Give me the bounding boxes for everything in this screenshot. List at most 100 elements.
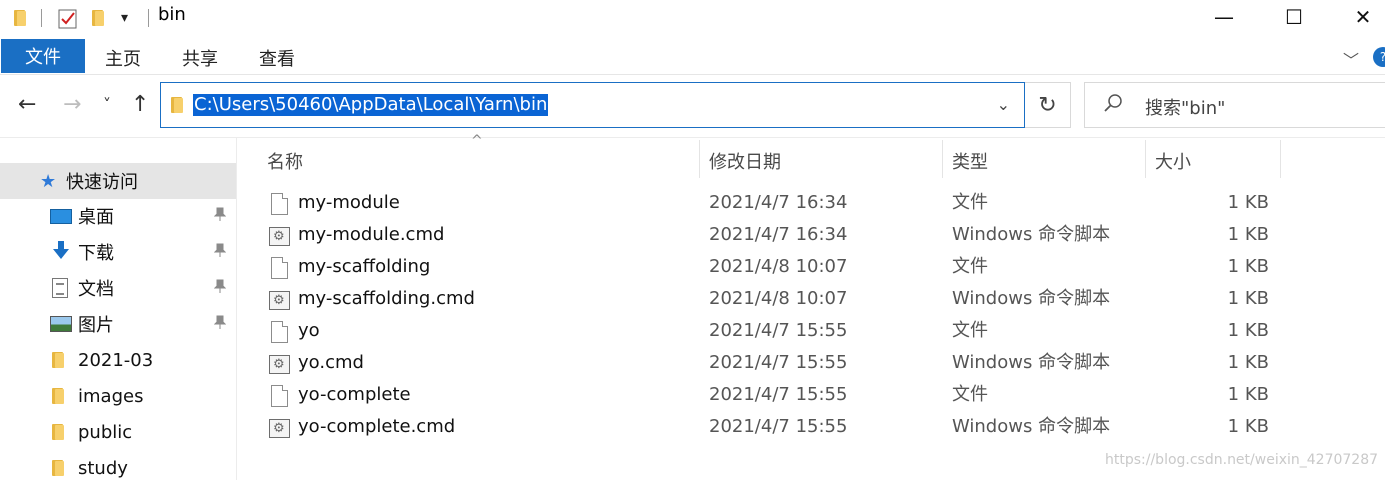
properties-icon[interactable] <box>58 6 78 30</box>
file-type: 文件 <box>952 256 988 277</box>
file-row[interactable]: my-module.cmd 2021/4/7 16:34 Windows 命令脚… <box>260 220 1280 252</box>
file-row[interactable]: yo-complete.cmd 2021/4/7 15:55 Windows 命… <box>260 412 1280 444</box>
pin-icon[interactable] <box>213 207 227 225</box>
address-history-chevron-down-icon[interactable]: ⌄ <box>997 95 1010 114</box>
search-placeholder: 搜索"bin" <box>1145 98 1226 119</box>
file-date: 2021/4/7 16:34 <box>709 192 848 213</box>
help-icon[interactable]: ? <box>1373 47 1385 67</box>
up-arrow-icon[interactable]: ↑ <box>131 92 149 117</box>
sidebar-item-study[interactable]: study <box>0 450 236 480</box>
column-header-size[interactable]: 大小 <box>1155 148 1191 174</box>
close-icon[interactable]: ✕ <box>1340 0 1385 34</box>
tab-share[interactable]: 共享 <box>182 45 218 71</box>
title-bar: ▾ bin — ☐ ✕ <box>0 0 1385 36</box>
sidebar-item-quick-access[interactable]: ★ 快速访问 <box>0 163 236 199</box>
sidebar-item-label: images <box>78 385 144 407</box>
file-row[interactable]: yo-complete 2021/4/7 15:55 文件 1 KB <box>260 380 1280 412</box>
file-size: 1 KB <box>1227 320 1269 341</box>
sidebar-item-documents[interactable]: 文档 <box>0 270 236 306</box>
sort-ascending-icon: ^ <box>471 133 483 149</box>
column-header-date[interactable]: 修改日期 <box>709 148 781 174</box>
tab-file[interactable]: 文件 <box>1 39 85 73</box>
sidebar-item-downloads[interactable]: 下载 <box>0 234 236 270</box>
ribbon-tabs: 文件 主页 共享 查看 ﹀ ? <box>0 39 1385 75</box>
cmd-script-icon <box>269 291 290 310</box>
refresh-icon[interactable]: ↻ <box>1025 82 1071 128</box>
search-icon <box>1103 93 1123 118</box>
sidebar-item-label: 桌面 <box>78 207 114 228</box>
file-date: 2021/4/7 15:55 <box>709 384 848 405</box>
sidebar-item-label: 2021-03 <box>78 349 154 371</box>
file-date: 2021/4/7 15:55 <box>709 416 848 437</box>
pictures-icon <box>50 316 72 332</box>
sidebar-item-2021-03[interactable]: 2021-03 <box>0 342 236 378</box>
column-divider[interactable] <box>1280 140 1281 178</box>
sidebar-item-images[interactable]: images <box>0 378 236 414</box>
file-type: Windows 命令脚本 <box>952 416 1111 437</box>
file-name: yo <box>298 320 320 341</box>
file-name: yo-complete <box>298 384 411 405</box>
sidebar-item-desktop[interactable]: 桌面 <box>0 198 236 234</box>
address-path[interactable]: C:\Users\50460\AppData\Local\Yarn\bin <box>193 94 549 116</box>
file-size: 1 KB <box>1227 352 1269 373</box>
pin-icon[interactable] <box>213 243 227 261</box>
sidebar-item-label: 快速访问 <box>66 172 138 193</box>
divider <box>41 9 42 27</box>
folder-icon <box>50 423 66 445</box>
file-row[interactable]: my-module 2021/4/7 16:34 文件 1 KB <box>260 188 1280 220</box>
column-header-name[interactable]: 名称 <box>267 148 303 174</box>
cmd-script-icon <box>269 419 290 438</box>
file-row[interactable]: my-scaffolding 2021/4/8 10:07 文件 1 KB <box>260 252 1280 284</box>
sidebar-item-label: 图片 <box>78 315 114 336</box>
file-icon <box>271 193 288 215</box>
sidebar-item-label: public <box>78 421 133 443</box>
folder-icon[interactable] <box>12 6 28 30</box>
address-bar[interactable]: C:\Users\50460\AppData\Local\Yarn\bin ⌄ <box>160 82 1025 128</box>
back-arrow-icon[interactable]: ← <box>18 92 36 117</box>
sidebar-item-label: 下载 <box>78 243 114 264</box>
file-icon <box>271 385 288 407</box>
folder-icon <box>169 96 185 118</box>
minimize-icon[interactable]: — <box>1201 0 1247 34</box>
star-icon: ★ <box>40 170 57 192</box>
folder-icon <box>50 351 66 373</box>
divider <box>0 74 1385 75</box>
file-name: yo.cmd <box>298 352 364 373</box>
file-row[interactable]: yo.cmd 2021/4/7 15:55 Windows 命令脚本 1 KB <box>260 348 1280 380</box>
folder-icon <box>50 459 66 480</box>
recent-locations-chevron-icon[interactable]: ˅ <box>103 95 111 114</box>
file-name: my-scaffolding <box>298 256 431 277</box>
file-icon <box>271 257 288 279</box>
file-row[interactable]: yo 2021/4/7 15:55 文件 1 KB <box>260 316 1280 348</box>
sidebar-item-label: study <box>78 457 128 479</box>
tab-view[interactable]: 查看 <box>259 45 295 71</box>
column-divider[interactable] <box>699 140 700 178</box>
cmd-script-icon <box>269 227 290 246</box>
navigation-pane: ★ 快速访问 桌面 下载 文档 图片 2021-03 images public… <box>0 138 237 480</box>
sidebar-item-public[interactable]: public <box>0 414 236 450</box>
tab-home[interactable]: 主页 <box>105 45 141 71</box>
file-name: my-module.cmd <box>298 224 445 245</box>
file-type: Windows 命令脚本 <box>952 224 1111 245</box>
new-folder-icon[interactable] <box>90 6 106 30</box>
file-name: my-module <box>298 192 400 213</box>
documents-icon <box>52 278 68 298</box>
forward-arrow-icon[interactable]: → <box>63 92 81 117</box>
file-row[interactable]: my-scaffolding.cmd 2021/4/8 10:07 Window… <box>260 284 1280 316</box>
customize-toolbar-chevron-down-icon[interactable]: ▾ <box>121 6 128 30</box>
pin-icon[interactable] <box>213 315 227 333</box>
watermark-text: https://blog.csdn.net/weixin_42707287 <box>1105 452 1379 468</box>
cmd-script-icon <box>269 355 290 374</box>
sidebar-item-pictures[interactable]: 图片 <box>0 306 236 342</box>
column-header-type[interactable]: 类型 <box>952 148 988 174</box>
file-date: 2021/4/7 16:34 <box>709 224 848 245</box>
expand-ribbon-chevron-icon[interactable]: ﹀ <box>1343 47 1359 71</box>
column-divider[interactable] <box>1145 140 1146 178</box>
column-divider[interactable] <box>942 140 943 178</box>
window-title: bin <box>158 4 186 25</box>
pin-icon[interactable] <box>213 279 227 297</box>
file-size: 1 KB <box>1227 192 1269 213</box>
maximize-icon[interactable]: ☐ <box>1271 0 1317 34</box>
search-input[interactable]: 搜索"bin" <box>1084 82 1385 128</box>
file-date: 2021/4/7 15:55 <box>709 320 848 341</box>
